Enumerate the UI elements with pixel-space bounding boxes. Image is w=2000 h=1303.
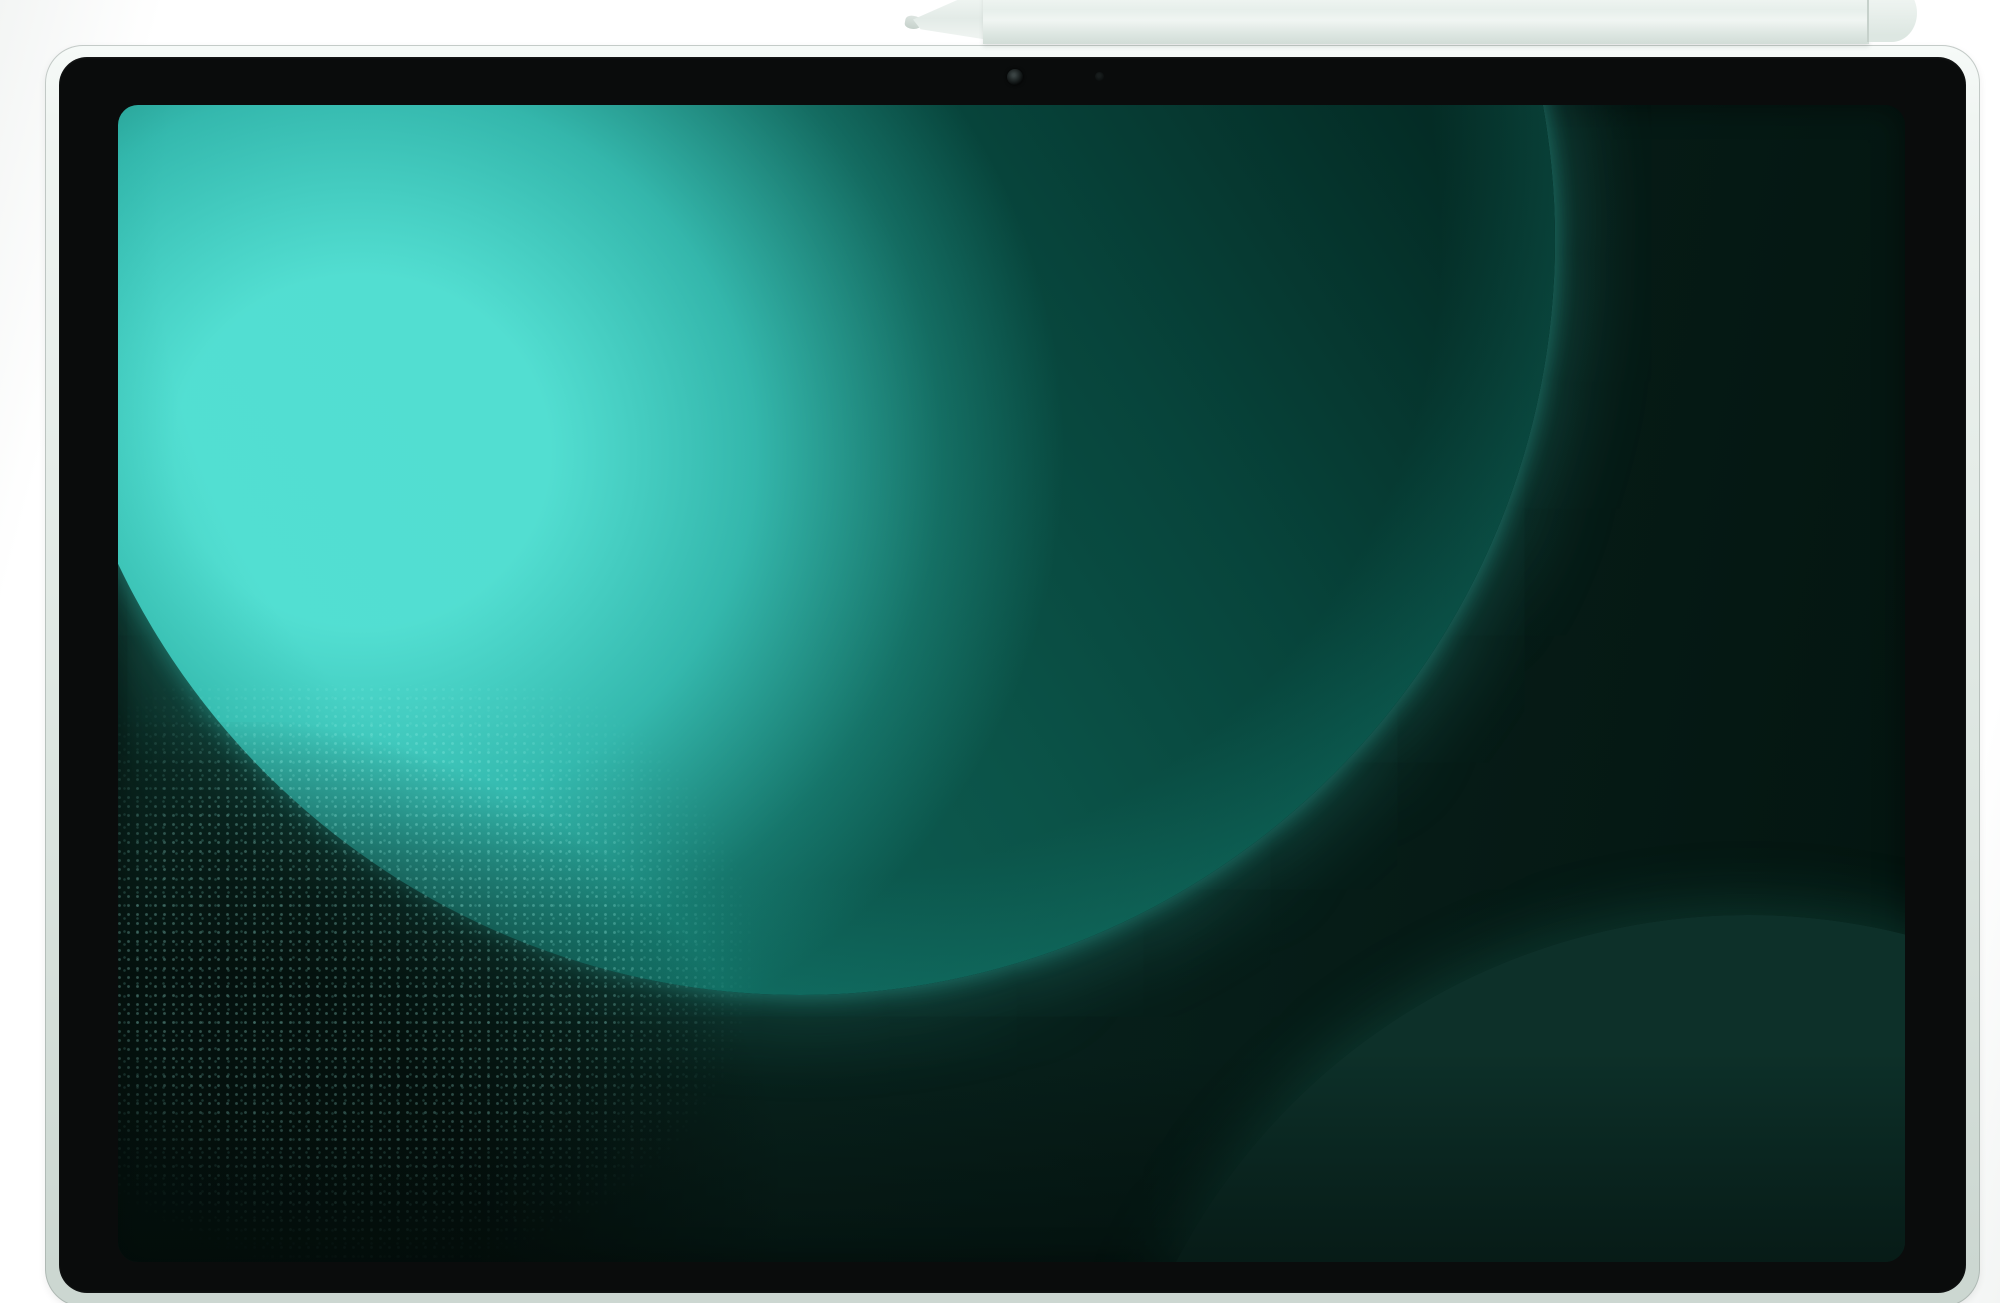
tablet-device (45, 45, 1980, 1303)
wallpaper-secondary-orb (1103, 915, 1905, 1262)
stylus-cone (913, 0, 989, 40)
stylus-cap (1867, 0, 1917, 42)
tablet-screen (118, 105, 1905, 1262)
front-camera-lens (1007, 69, 1023, 85)
stylus-pen (905, 0, 1915, 44)
stylus-body (983, 0, 1869, 44)
light-sensor-dot (1095, 72, 1104, 81)
wallpaper-speckle-texture (118, 685, 828, 1262)
product-photo-scene (0, 0, 2000, 1303)
